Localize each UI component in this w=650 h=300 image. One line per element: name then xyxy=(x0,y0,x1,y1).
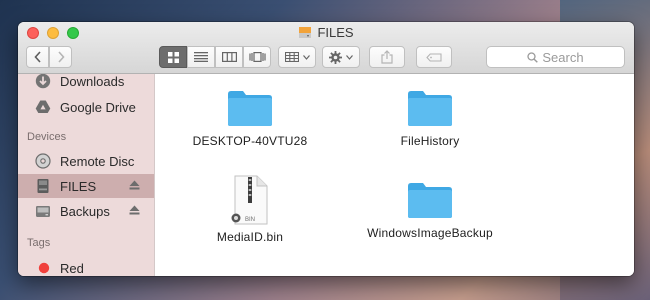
back-button[interactable] xyxy=(26,46,49,68)
share-button[interactable] xyxy=(369,46,405,68)
chevron-down-icon xyxy=(346,54,353,60)
sidebar-item-backups[interactable]: Backups xyxy=(18,199,154,223)
sidebar-item-google-drive[interactable]: Google Drive xyxy=(18,95,154,119)
search-field[interactable]: Search xyxy=(486,46,625,68)
chevron-down-icon xyxy=(302,54,310,60)
folder-icon xyxy=(408,183,452,218)
sidebar-section-tags: Tags xyxy=(27,237,51,249)
forward-button[interactable] xyxy=(49,46,72,68)
arrange-icon xyxy=(284,52,299,62)
window-title: FILES xyxy=(317,25,354,40)
share-icon xyxy=(381,50,393,64)
list-icon xyxy=(194,52,208,62)
file-item[interactable]: FileHistory xyxy=(345,88,515,148)
file-browser: DESKTOP-40VTU28 FileHistory BIN MediaID.… xyxy=(155,74,634,276)
sidebar-item-label: FILES xyxy=(60,178,97,194)
google-drive-icon xyxy=(35,100,51,113)
eject-icon[interactable] xyxy=(129,205,140,215)
view-icons-button[interactable] xyxy=(159,46,187,68)
file-item[interactable]: BIN MediaID.bin xyxy=(165,174,335,244)
window-title-group: FILES xyxy=(18,25,634,40)
sidebar-item-label: Downloads xyxy=(60,74,125,89)
view-coverflow-button[interactable] xyxy=(243,46,271,68)
folder-icon xyxy=(408,91,452,126)
search-placeholder: Search xyxy=(542,49,584,65)
file-name: MediaID.bin xyxy=(216,230,284,244)
finder-window: FILES Search Downloads Google Drive Devi… xyxy=(18,22,634,276)
sidebar-item-label: Remote Disc xyxy=(60,153,135,169)
sidebar-item-remote-disc[interactable]: Remote Disc xyxy=(18,149,154,173)
columns-icon xyxy=(221,52,237,62)
eject-icon[interactable] xyxy=(129,180,140,190)
tag-icon xyxy=(426,52,442,62)
file-type-badge: BIN xyxy=(245,217,255,223)
sidebar-item-tag-red[interactable]: Red xyxy=(18,256,154,276)
grid-icon xyxy=(167,51,179,63)
sidebar-item-label: Backups xyxy=(60,203,110,219)
sidebar: Downloads Google Drive Devices Remote Di… xyxy=(18,74,155,276)
file-name: FileHistory xyxy=(400,134,460,148)
drive-icon xyxy=(299,27,312,38)
tag-color-dot-icon xyxy=(38,262,50,274)
edit-tags-button[interactable] xyxy=(416,46,452,68)
downloads-icon xyxy=(35,74,51,89)
title-bar: FILES Search xyxy=(18,22,634,74)
chevron-right-icon xyxy=(57,51,65,63)
drive-icon xyxy=(37,179,49,193)
arrange-button[interactable] xyxy=(278,46,316,68)
sidebar-item-downloads[interactable]: Downloads xyxy=(18,74,154,93)
action-button[interactable] xyxy=(322,46,360,68)
folder-icon xyxy=(228,91,272,126)
chevron-left-icon xyxy=(33,51,41,63)
coverflow-icon xyxy=(248,52,266,62)
view-list-button[interactable] xyxy=(187,46,215,68)
sidebar-item-label: Google Drive xyxy=(60,99,136,115)
file-item[interactable]: WindowsImageBackup xyxy=(345,180,515,240)
view-columns-button[interactable] xyxy=(215,46,243,68)
drive-icon xyxy=(36,206,50,217)
file-name: DESKTOP-40VTU28 xyxy=(192,134,308,148)
search-icon xyxy=(527,51,539,63)
document-icon: BIN xyxy=(231,175,268,225)
gear-icon xyxy=(329,50,342,64)
sidebar-section-devices: Devices xyxy=(27,131,67,143)
file-name: WindowsImageBackup xyxy=(367,226,493,240)
sidebar-item-files[interactable]: FILES xyxy=(18,174,154,198)
sidebar-item-label: Red xyxy=(60,260,84,276)
file-item[interactable]: DESKTOP-40VTU28 xyxy=(165,88,335,148)
disc-icon xyxy=(35,153,51,169)
